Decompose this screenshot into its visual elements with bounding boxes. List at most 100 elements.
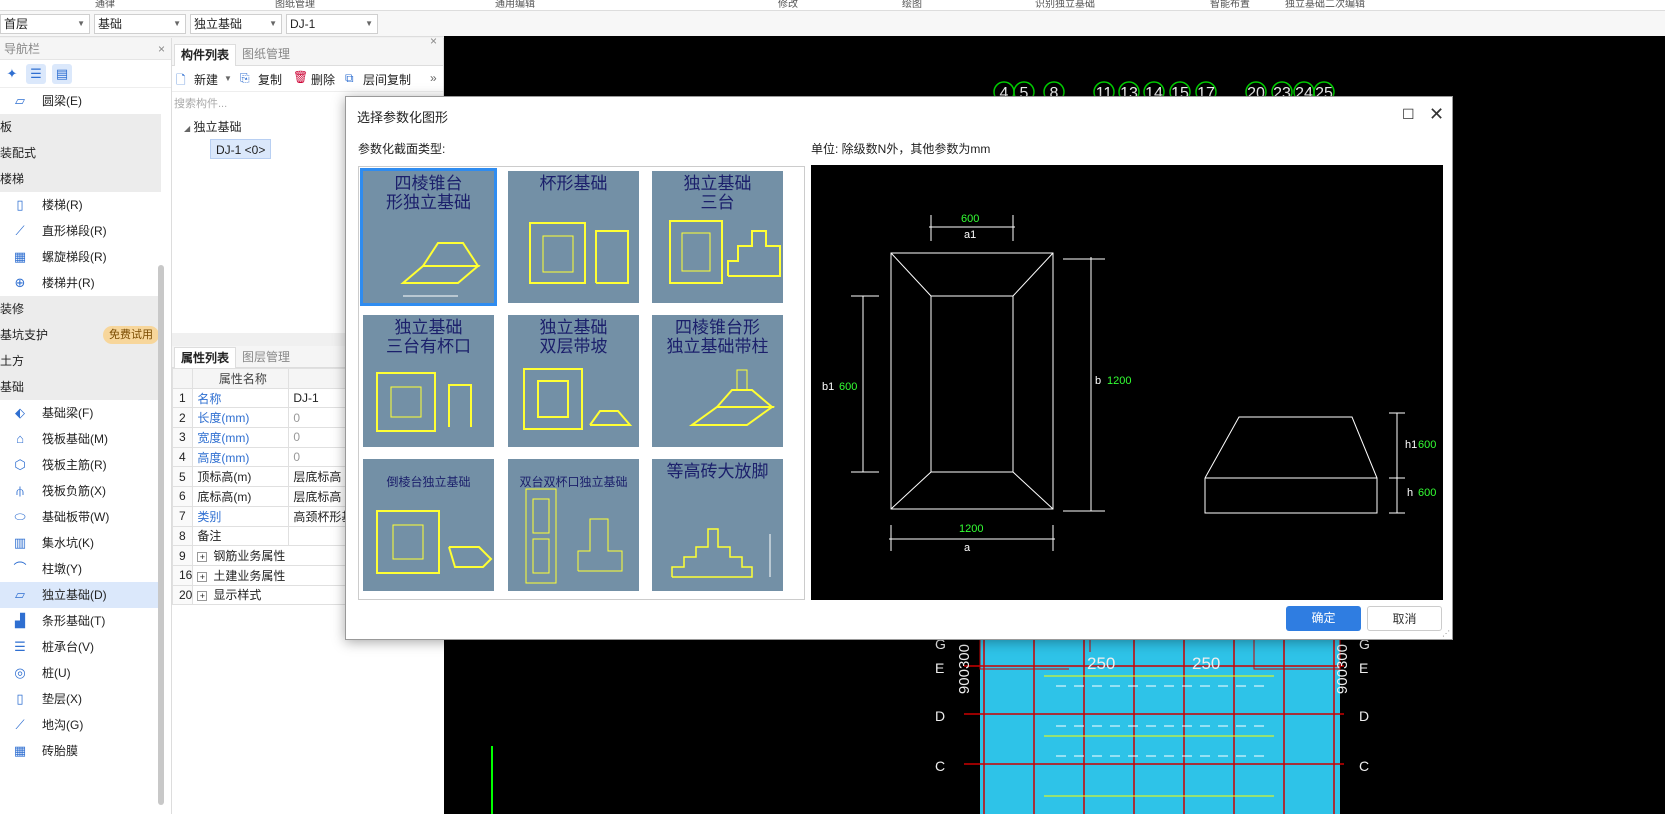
copy-icon[interactable]: ⎘ <box>240 71 250 86</box>
floor-copy-icon[interactable]: ⧉ <box>345 71 354 86</box>
shape-option[interactable]: 四棱锥台形 独立基础带柱 <box>652 315 783 447</box>
nav-item[interactable]: ⟋ 地沟(G) <box>0 712 161 738</box>
nav-item[interactable]: ☰ 桩承台(V) <box>0 634 161 660</box>
tab-drawing-management[interactable]: 图纸管理 <box>236 44 296 66</box>
close-icon[interactable]: ✕ <box>1429 104 1444 125</box>
nav-item[interactable]: ◎ 桩(U) <box>0 660 161 686</box>
foundation-strip-icon: ⬭ <box>14 509 26 524</box>
nav-category[interactable]: 装修 <box>0 296 161 322</box>
shape-option[interactable]: 独立基础 三台 <box>652 171 783 303</box>
shape-option[interactable]: 等高砖大放脚 <box>652 459 783 591</box>
nav-category[interactable]: 楼梯 <box>0 166 161 192</box>
ribbon-label: 智能布置 <box>1210 0 1250 10</box>
nav-item[interactable]: ⬖ 基础梁(F) <box>0 400 161 426</box>
shape-title-line: 独立基础 <box>539 318 608 338</box>
section-type-label: 参数化截面类型: <box>358 142 446 156</box>
nav-category[interactable]: 基坑支护 免费试用 <box>0 322 161 348</box>
ok-button[interactable]: 确定 <box>1286 606 1361 631</box>
property-index: 6 <box>171 486 194 507</box>
nav-item[interactable]: ⬭ 基础板带(W) <box>0 504 161 530</box>
close-icon[interactable]: × <box>430 34 437 48</box>
nav-item[interactable]: ⊕ 楼梯井(R) <box>0 270 161 296</box>
nav-item[interactable]: ⫛ 筏板负筋(X) <box>0 478 161 504</box>
floor-select[interactable]: 首层 ▼ <box>0 14 90 34</box>
shape-title-line: 双层带坡 <box>539 337 608 357</box>
shape-title-line: 独立基础 <box>394 318 463 338</box>
nav-item[interactable]: ▥ 集水坑(K) <box>0 530 161 556</box>
a1-label: a1 <box>964 229 977 241</box>
raft-main-rebar-icon: ⬡ <box>14 457 26 472</box>
copy-button[interactable]: 复制 <box>258 71 282 88</box>
stair-icon: ▯ <box>16 197 24 212</box>
nav-item[interactable]: ▦ 螺旋梯段(R) <box>0 244 161 270</box>
chevron-down-icon: ▼ <box>365 19 373 28</box>
shape-gallery: 四棱锥台 形独立基础 杯形基础 独立基础 三台 独立基础 三台有杯口 独立基础 双层带坡 四棱锥台… <box>358 166 805 600</box>
shape-option[interactable]: 四棱锥台 形独立基础 <box>360 168 497 306</box>
free-trial-badge[interactable]: 免费试用 <box>103 326 159 344</box>
expand-arrow-icon[interactable]: ◢ <box>184 124 190 133</box>
axis-label-left: C <box>935 758 946 774</box>
chevron-down-icon[interactable]: ▼ <box>224 74 232 83</box>
expand-plus-icon[interactable]: + <box>197 552 208 563</box>
more-icon[interactable]: » <box>430 71 437 85</box>
nav-item[interactable]: ▯ 垫层(X) <box>0 686 161 712</box>
nav-scrollbar[interactable] <box>158 265 164 805</box>
dimension-label: 250 <box>1192 654 1221 673</box>
nav-item[interactable]: ⬡ 筏板主筋(R) <box>0 452 161 478</box>
maximize-icon[interactable]: ☐ <box>1402 106 1415 123</box>
property-index: 7 <box>171 505 194 527</box>
tab-component-list[interactable]: 构件列表 <box>174 44 237 66</box>
shape-title: 双台双杯口独立基础 <box>508 473 639 492</box>
new-button[interactable]: 新建 <box>194 71 218 88</box>
shape-option[interactable]: 独立基础 双层带坡 <box>508 315 639 447</box>
nav-item[interactable]: ▱ 独立基础(D) <box>0 582 161 608</box>
ribbon-label: 修改 <box>778 0 798 10</box>
new-icon[interactable]: 🗋 <box>176 71 186 92</box>
nav-category-label: 楼梯 <box>0 172 25 186</box>
expand-plus-icon[interactable]: + <box>197 571 208 582</box>
shape-option[interactable]: 独立基础 三台有杯口 <box>363 315 494 447</box>
h1-value: 600 <box>1418 439 1437 451</box>
shape-option[interactable]: 双台双杯口独立基础 <box>508 459 639 591</box>
list-view-icon[interactable]: ☰ <box>26 64 46 84</box>
navigation-panel: 导航栏 × ✦ ☰ ▤ ▱ 圆梁(E) 板装配式 楼梯 ▯ 楼梯(R) ⟋ 直形梯段(R) ▦ 螺旋… <box>0 38 172 814</box>
nav-item-label: 桩承台(V) <box>42 640 94 654</box>
tree-node-dj1[interactable]: DJ-1 <0> <box>210 139 272 159</box>
shape-option[interactable]: 倒棱台独立基础 <box>363 459 494 591</box>
nav-item[interactable]: ⌂ 筏板基础(M) <box>0 426 161 452</box>
nav-category[interactable]: 装配式 <box>0 140 161 166</box>
nav-item[interactable]: ▯ 楼梯(R) <box>0 192 161 218</box>
detail-view-icon[interactable]: ▤ <box>52 64 72 84</box>
category-select[interactable]: 基础 ▼ <box>94 14 186 34</box>
cancel-button[interactable]: 取消 <box>1367 606 1442 631</box>
tree-node-isolated-footing[interactable]: ◢ 独立基础 <box>184 118 242 135</box>
nav-category[interactable]: 基础 <box>0 374 161 400</box>
property-name-text: 顶标高(m) <box>197 470 252 485</box>
nav-category-label: 装修 <box>0 302 25 316</box>
resize-grip-icon[interactable]: ⋰ <box>1442 629 1450 638</box>
type-select[interactable]: 独立基础 ▼ <box>190 14 282 34</box>
expand-plus-icon[interactable]: + <box>197 591 208 602</box>
tab-layer-management[interactable]: 图层管理 <box>236 347 296 369</box>
shape-option[interactable]: 杯形基础 <box>508 171 639 303</box>
nav-item[interactable]: ⌒ 柱墩(Y) <box>0 556 161 582</box>
pile-icon: ◎ <box>14 665 26 680</box>
nav-category[interactable]: 土方 <box>0 348 161 374</box>
h-label: h <box>1407 487 1414 499</box>
nav-category[interactable]: 板 <box>0 114 161 140</box>
property-name: 顶标高(m) <box>192 466 290 488</box>
nav-item[interactable]: ⟋ 直形梯段(R) <box>0 218 161 244</box>
delete-button[interactable]: 删除 <box>311 71 335 88</box>
delete-icon[interactable]: 🗑 <box>293 70 308 84</box>
nav-item[interactable]: ▦ 砖胎膜 <box>0 738 161 764</box>
floor-copy-button[interactable]: 层间复制 <box>363 71 411 88</box>
tab-property-list[interactable]: 属性列表 <box>174 347 237 368</box>
nav-item[interactable]: ▱ 圆梁(E) <box>0 88 161 114</box>
component-select[interactable]: DJ-1 ▼ <box>286 14 378 34</box>
close-icon[interactable]: × <box>158 38 165 60</box>
pin-icon[interactable]: ✦ <box>2 64 22 84</box>
axis-label-right: E <box>1359 660 1369 676</box>
b-value: 1200 <box>1107 375 1132 387</box>
component-search-input[interactable]: 搜索构件... <box>174 95 227 111</box>
nav-item[interactable]: ▟ 条形基础(T) <box>0 608 161 634</box>
